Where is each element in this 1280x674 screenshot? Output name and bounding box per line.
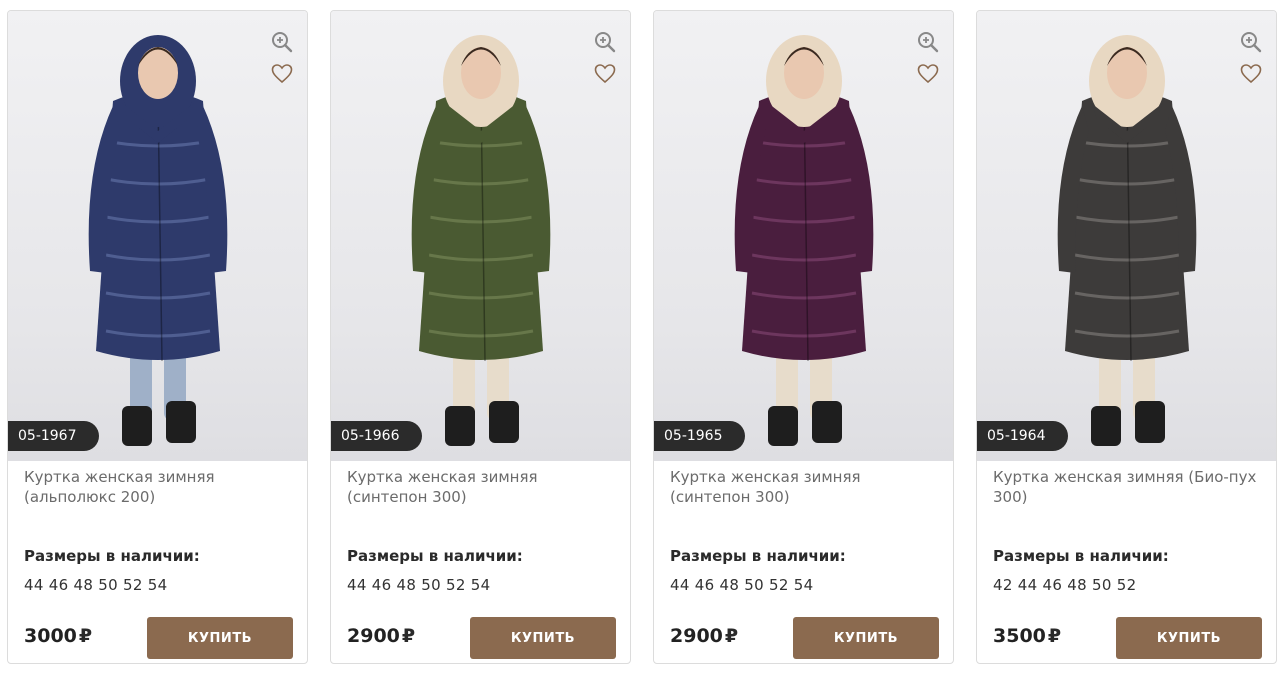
sizes-list: 44 46 48 50 52 54 <box>347 576 491 594</box>
price: 2900 ₽ <box>670 625 738 647</box>
heart-icon[interactable] <box>594 63 616 85</box>
buy-button[interactable]: КУПИТЬ <box>1116 617 1262 659</box>
product-photo[interactable] <box>331 11 630 461</box>
buy-button[interactable]: КУПИТЬ <box>793 617 939 659</box>
currency-symbol: ₽ <box>78 625 93 647</box>
heart-icon[interactable] <box>1240 63 1262 85</box>
price-value: 3000 <box>24 625 77 647</box>
sizes-list: 42 44 46 48 50 52 <box>993 576 1137 594</box>
buy-button[interactable]: КУПИТЬ <box>147 617 293 659</box>
heart-icon[interactable] <box>271 63 293 85</box>
product-card: 05-1965 Куртка женская зимняя (синтепон … <box>653 10 954 664</box>
sizes-label: Размеры в наличии: <box>993 547 1169 565</box>
zoom-icon[interactable] <box>594 31 616 53</box>
zoom-icon[interactable] <box>917 31 939 53</box>
zoom-icon[interactable] <box>1240 31 1262 53</box>
zoom-icon[interactable] <box>271 31 293 53</box>
product-image <box>411 35 551 446</box>
price: 3500 ₽ <box>993 625 1061 647</box>
sku-badge: 05-1965 <box>654 421 745 451</box>
product-title[interactable]: Куртка женская зимняя (Био-пух 300) <box>993 467 1263 507</box>
product-photo[interactable] <box>8 11 307 461</box>
product-image <box>734 35 874 446</box>
product-card: 05-1966 Куртка женская зимняя (синтепон … <box>330 10 631 664</box>
product-title[interactable]: Куртка женская зимняя (синтепон 300) <box>670 467 940 507</box>
price: 3000 ₽ <box>24 625 92 647</box>
sku-badge: 05-1964 <box>977 421 1068 451</box>
product-title[interactable]: Куртка женская зимняя (альполюкс 200) <box>24 467 294 507</box>
buy-button[interactable]: КУПИТЬ <box>470 617 616 659</box>
product-image <box>88 35 228 446</box>
currency-symbol: ₽ <box>401 625 416 647</box>
sizes-label: Размеры в наличии: <box>24 547 200 565</box>
product-grid: 05-1967 Куртка женская зимняя (альполюкс… <box>0 0 1280 674</box>
product-card: 05-1964 Куртка женская зимняя (Био-пух 3… <box>976 10 1277 664</box>
currency-symbol: ₽ <box>1047 625 1062 647</box>
price-value: 3500 <box>993 625 1046 647</box>
currency-symbol: ₽ <box>724 625 739 647</box>
sizes-list: 44 46 48 50 52 54 <box>24 576 168 594</box>
sizes-label: Размеры в наличии: <box>347 547 523 565</box>
product-photo[interactable] <box>654 11 953 461</box>
product-title[interactable]: Куртка женская зимняя (синтепон 300) <box>347 467 617 507</box>
sku-badge: 05-1967 <box>8 421 99 451</box>
sizes-label: Размеры в наличии: <box>670 547 846 565</box>
price-value: 2900 <box>347 625 400 647</box>
product-card: 05-1967 Куртка женская зимняя (альполюкс… <box>7 10 308 664</box>
sku-badge: 05-1966 <box>331 421 422 451</box>
product-photo[interactable] <box>977 11 1276 461</box>
sizes-list: 44 46 48 50 52 54 <box>670 576 814 594</box>
product-image <box>1057 35 1197 446</box>
price: 2900 ₽ <box>347 625 415 647</box>
heart-icon[interactable] <box>917 63 939 85</box>
price-value: 2900 <box>670 625 723 647</box>
